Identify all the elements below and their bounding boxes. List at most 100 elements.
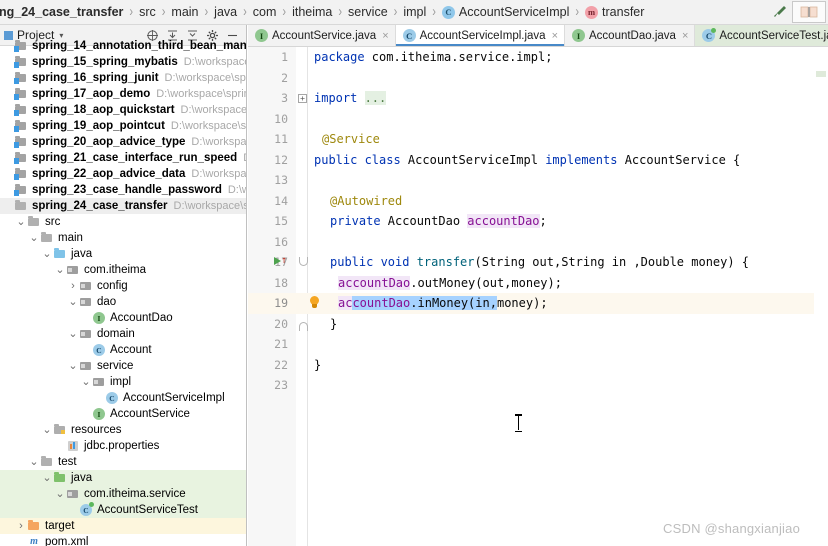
code-line-13[interactable]: 13 bbox=[248, 170, 828, 191]
close-icon[interactable]: × bbox=[382, 30, 388, 42]
tree-node-path: D:\workspace\spring bbox=[170, 120, 247, 132]
chevron-right-icon[interactable]: › bbox=[67, 280, 79, 292]
tree-node-com-itheima-service[interactable]: ⌄ com.itheima.service bbox=[0, 486, 246, 502]
code-line-3[interactable]: 3 + import ... bbox=[248, 88, 828, 109]
tree-node-dao[interactable]: ⌄ dao bbox=[0, 294, 246, 310]
chevron-down-icon[interactable]: ⌄ bbox=[54, 265, 66, 276]
chevron-down-icon[interactable]: ⌄ bbox=[28, 233, 40, 244]
tree-node-accountservicetest[interactable]: C AccountServiceTest bbox=[0, 502, 246, 518]
split-view-icon[interactable] bbox=[792, 1, 826, 23]
breadcrumb-label: AccountServiceImpl bbox=[458, 5, 570, 19]
chevron-down-icon[interactable]: ⌄ bbox=[67, 361, 79, 372]
chevron-down-icon[interactable]: ⌄ bbox=[54, 489, 66, 500]
code-line-19[interactable]: 19 accountDao.inMoney(in,money); bbox=[248, 293, 828, 314]
run-method-icon[interactable]: ↑ bbox=[274, 256, 287, 266]
tree-node-spring-23-case-handle-password[interactable]: spring_23_case_handle_password D:\worksp bbox=[0, 182, 246, 198]
tree-node-accountdao[interactable]: I AccountDao bbox=[0, 310, 246, 326]
chevron-down-icon[interactable]: ⌄ bbox=[67, 329, 79, 340]
project-tool-window: Project ▾ spring_14_annotation_third_bea… bbox=[0, 25, 247, 546]
tree-node-java[interactable]: ⌄ java bbox=[0, 246, 246, 262]
tree-node-config[interactable]: › config bbox=[0, 278, 246, 294]
code-line-2[interactable]: 2 bbox=[248, 68, 828, 89]
breadcrumb-item-java[interactable]: java bbox=[211, 5, 240, 19]
code-line-20[interactable]: 20} bbox=[248, 314, 828, 335]
tree-node-spring-24-case-transfer[interactable]: spring_24_case_transfer D:\workspace\spri… bbox=[0, 198, 246, 214]
chevron-down-icon[interactable]: ⌄ bbox=[41, 249, 53, 260]
hammer-icon[interactable] bbox=[768, 1, 792, 23]
tree-node-jdbc-properties[interactable]: jdbc.properties bbox=[0, 438, 246, 454]
chevron-right-icon[interactable]: › bbox=[15, 520, 27, 532]
scrollbar-marker[interactable] bbox=[816, 71, 826, 77]
close-icon[interactable]: × bbox=[682, 30, 688, 42]
chevron-down-icon[interactable]: ⌄ bbox=[41, 425, 53, 436]
line-number: 10 bbox=[274, 111, 288, 126]
breadcrumb-label: src bbox=[139, 5, 156, 19]
tree-node-accountservice[interactable]: I AccountService bbox=[0, 406, 246, 422]
breadcrumb-item-service[interactable]: service bbox=[345, 5, 391, 19]
code-line-11[interactable]: 11 @Service bbox=[248, 129, 828, 150]
tree-node-spring-17-aop-demo[interactable]: spring_17_aop_demo D:\workspace\spring\s bbox=[0, 86, 246, 102]
fold-collapse-icon[interactable] bbox=[299, 257, 308, 266]
breadcrumb-item-com[interactable]: com bbox=[250, 5, 280, 19]
code-line-16[interactable]: 16 bbox=[248, 232, 828, 253]
code-line-10[interactable]: 10 bbox=[248, 109, 828, 130]
tree-node-spring-15-spring-mybatis[interactable]: spring_15_spring_mybatis D:\workspace\spr bbox=[0, 54, 246, 70]
chevron-down-icon[interactable]: ⌄ bbox=[67, 297, 79, 308]
code-editor[interactable]: 1 package com.itheima.service.impl; 2 3 + imp… bbox=[248, 47, 828, 546]
tree-node-src[interactable]: ⌄ src bbox=[0, 214, 246, 230]
fold-expand-icon[interactable]: + bbox=[298, 94, 307, 103]
tree-node-spring-20-aop-advice-type[interactable]: spring_20_aop_advice_type D:\workspace\sp bbox=[0, 134, 246, 150]
code-line-22[interactable]: 22} bbox=[248, 355, 828, 376]
tree-node-domain[interactable]: ⌄ domain bbox=[0, 326, 246, 342]
code-line-17[interactable]: 17 ↑ public void transfer(String out,Strin… bbox=[248, 252, 828, 273]
tree-node-target[interactable]: › target bbox=[0, 518, 246, 534]
tree-node-spring-18-aop-quickstart[interactable]: spring_18_aop_quickstart D:\workspace\spr… bbox=[0, 102, 246, 118]
tree-node-label: spring_15_spring_mybatis bbox=[32, 56, 178, 68]
tree-node-spring-19-aop-pointcut[interactable]: spring_19_aop_pointcut D:\workspace\sprin… bbox=[0, 118, 246, 134]
fold-end-icon[interactable] bbox=[299, 321, 308, 331]
tree-node-impl[interactable]: ⌄ impl bbox=[0, 374, 246, 390]
chevron-down-icon[interactable]: ⌄ bbox=[80, 377, 92, 388]
breadcrumb-item-src[interactable]: src bbox=[136, 5, 159, 19]
package-icon bbox=[79, 295, 93, 309]
tree-node-account[interactable]: C Account bbox=[0, 342, 246, 358]
code-line-23[interactable]: 23 bbox=[248, 375, 828, 396]
tree-node-spring-21-case-interface-run-speed[interactable]: spring_21_case_interface_run_speed D:\wor… bbox=[0, 150, 246, 166]
chevron-down-icon[interactable]: ⌄ bbox=[15, 217, 27, 228]
tree-node-test[interactable]: ⌄ test bbox=[0, 454, 246, 470]
breadcrumb-item-ng-24-case-transfer[interactable]: ng_24_case_transfer bbox=[0, 5, 126, 19]
editor-tab-accountservice-java[interactable]: I AccountService.java × bbox=[248, 25, 396, 46]
chevron-down-icon[interactable]: ⌄ bbox=[28, 457, 40, 468]
code-line-1[interactable]: 1 package com.itheima.service.impl; bbox=[248, 47, 828, 68]
editor-tab-accountdao-java[interactable]: I AccountDao.java × bbox=[565, 25, 696, 46]
chevron-down-icon[interactable]: ⌄ bbox=[41, 473, 53, 484]
tree-node-accountserviceimpl[interactable]: C AccountServiceImpl bbox=[0, 390, 246, 406]
code-token: ... bbox=[364, 91, 387, 105]
tree-node-main[interactable]: ⌄ main bbox=[0, 230, 246, 246]
editor-tab-accountservicetest-java[interactable]: CAccountServiceTest.java× bbox=[695, 25, 828, 46]
breadcrumb-item-impl[interactable]: impl bbox=[400, 5, 429, 19]
line-number: 16 bbox=[274, 234, 288, 249]
close-icon[interactable]: × bbox=[552, 30, 558, 42]
tree-node-spring-14-annotation-third-bean-manager[interactable]: spring_14_annotation_third_bean_manager bbox=[0, 38, 246, 54]
tree-node-pom-xml[interactable]: m pom.xml bbox=[0, 534, 246, 546]
tree-node-service[interactable]: ⌄ service bbox=[0, 358, 246, 374]
tree-node-java[interactable]: ⌄ java bbox=[0, 470, 246, 486]
tree-node-resources[interactable]: ⌄ resources bbox=[0, 422, 246, 438]
breadcrumb-item-itheima[interactable]: itheima bbox=[289, 5, 335, 19]
tree-node-com-itheima[interactable]: ⌄ com.itheima bbox=[0, 262, 246, 278]
code-line-18[interactable]: 18 accountDao.outMoney(out,money); bbox=[248, 273, 828, 294]
line-number: 22 bbox=[274, 357, 288, 372]
code-line-14[interactable]: 14 @Autowired bbox=[248, 191, 828, 212]
breadcrumb-item-main[interactable]: main bbox=[168, 5, 201, 19]
code-line-15[interactable]: 15 private AccountDao accountDao; bbox=[248, 211, 828, 232]
breadcrumb-item-accountserviceimpl[interactable]: C AccountServiceImpl bbox=[439, 5, 572, 19]
breadcrumb-item-transfer[interactable]: m transfer bbox=[582, 5, 647, 19]
code-content[interactable]: 1 package com.itheima.service.impl; 2 3 + imp… bbox=[248, 47, 828, 546]
code-line-12[interactable]: 12 public class AccountServiceImpl implem… bbox=[248, 150, 828, 171]
tree-node-spring-22-aop-advice-data[interactable]: spring_22_aop_advice_data D:\workspace\sp bbox=[0, 166, 246, 182]
code-line-21[interactable]: 21 bbox=[248, 334, 828, 355]
editor-tab-accountserviceimpl-java[interactable]: C AccountServiceImpl.java × bbox=[395, 25, 565, 46]
tree-node-spring-16-spring-junit[interactable]: spring_16_spring_junit D:\workspace\sprin… bbox=[0, 70, 246, 86]
